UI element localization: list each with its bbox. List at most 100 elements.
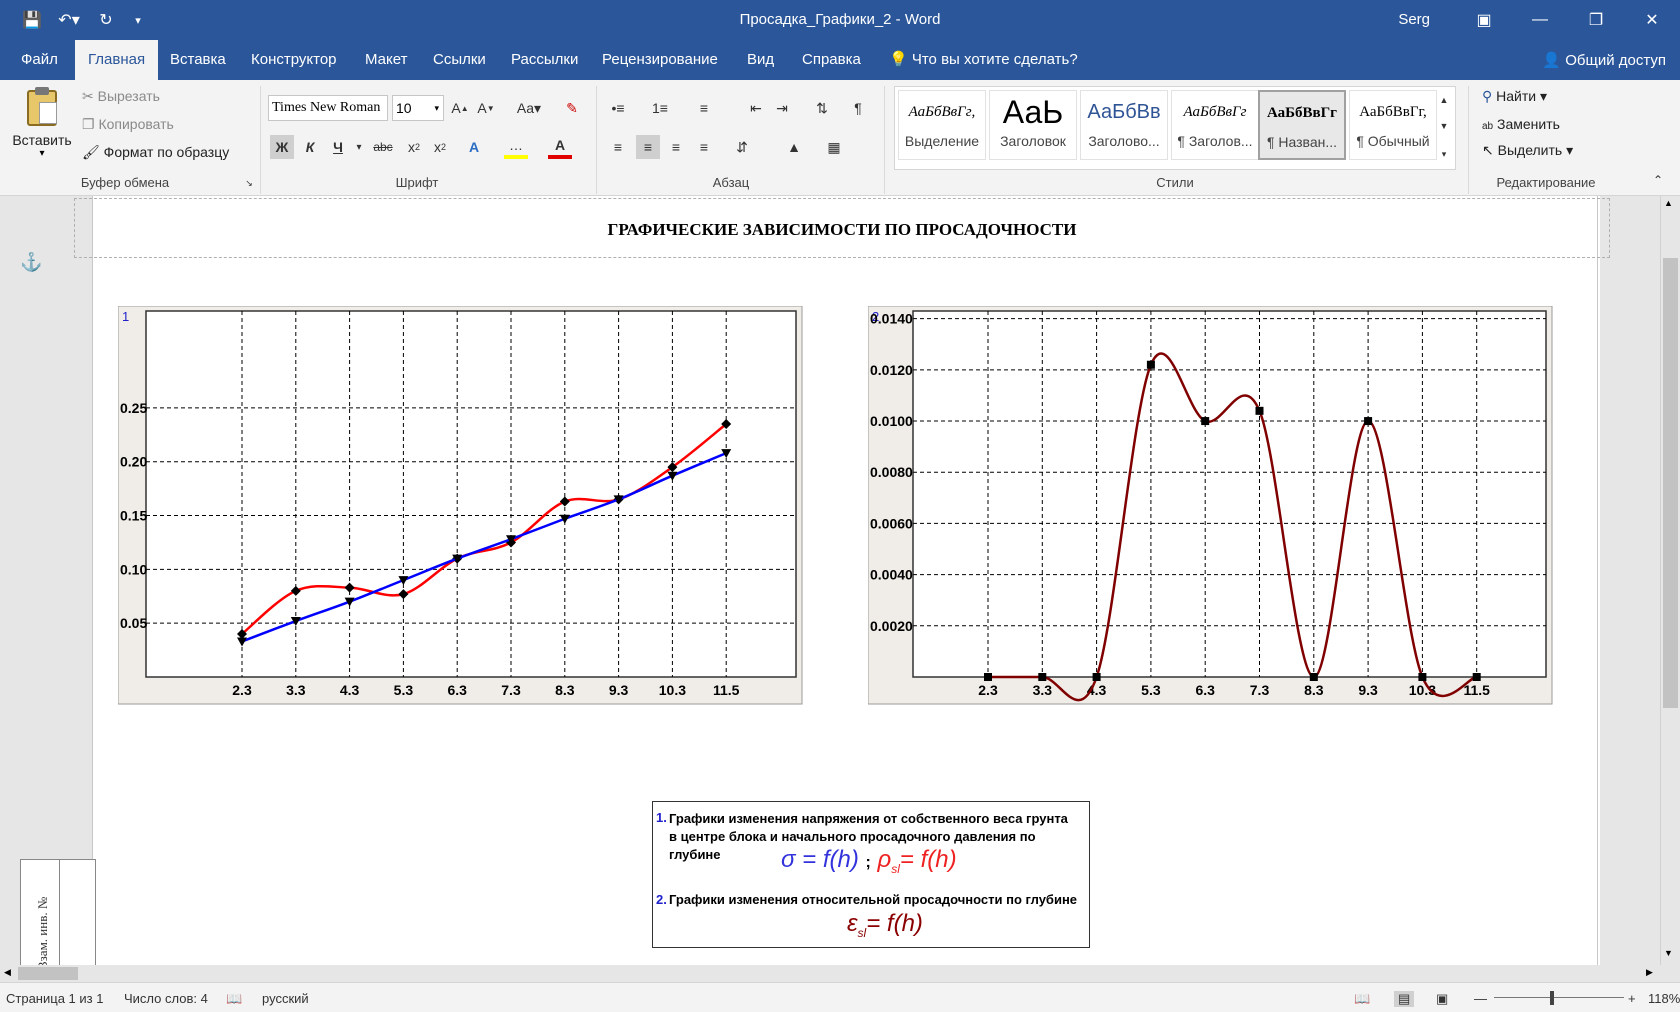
proofing-icon[interactable]: 📖 [226, 991, 242, 1007]
legend-item2-num: 2. [656, 892, 667, 907]
data-point [1201, 417, 1210, 426]
bullets-icon[interactable]: •≡ [606, 96, 630, 120]
decrease-indent-icon[interactable]: ⇤ [744, 96, 768, 120]
italic-button[interactable]: К [298, 135, 322, 159]
tab-insert[interactable]: Вставка [157, 40, 239, 80]
style-heading2[interactable]: АаБбВвГг ¶ Заголов... [1171, 90, 1259, 160]
borders-icon[interactable]: ▦ [822, 135, 846, 159]
style-normal[interactable]: АаБбВвГг, ¶ Обычный [1349, 90, 1437, 160]
font-name-combo[interactable]: Times New Roman [268, 95, 388, 121]
multilevel-list-icon[interactable]: ≡ [692, 96, 716, 120]
justify-icon[interactable]: ≡ [692, 135, 716, 159]
align-left-icon[interactable]: ≡ [606, 135, 630, 159]
shrink-font-icon[interactable]: A ▼ [474, 96, 498, 120]
style-title[interactable]: АаЬ Заголовок [989, 90, 1077, 160]
scroll-down-icon[interactable]: ▼ [1436, 114, 1452, 138]
shading-icon[interactable]: ▲ [782, 135, 806, 159]
web-layout-icon[interactable]: ▣ [1436, 991, 1448, 1007]
select-button[interactable]: ↖ Выделить ▾ [1482, 142, 1573, 159]
legend-item1-num: 1. [656, 810, 667, 825]
page-count[interactable]: Страница 1 из 1 [6, 991, 103, 1006]
subscript-icon[interactable]: x2 [402, 135, 426, 159]
print-layout-icon[interactable]: ▤ [1394, 991, 1415, 1007]
tab-file[interactable]: Файл [8, 40, 71, 80]
copy-button[interactable]: ❐ Копировать [82, 116, 174, 133]
cut-button[interactable]: ✂ Вырезать [82, 88, 160, 105]
status-bar: Страница 1 из 1 Число слов: 4 📖 русский … [0, 982, 1680, 1012]
dialog-launcher-icon[interactable]: ↘ [242, 176, 256, 190]
close-icon[interactable]: ✕ [1624, 0, 1680, 40]
text-effects-icon[interactable]: A [462, 135, 486, 159]
tab-mailings[interactable]: Рассылки [498, 40, 591, 80]
align-right-icon[interactable]: ≡ [664, 135, 688, 159]
zoom-out-icon[interactable]: — [1474, 991, 1487, 1006]
word-count[interactable]: Число слов: 4 [124, 991, 208, 1006]
data-point [1364, 417, 1373, 426]
scroll-up-icon[interactable]: ▲ [1436, 88, 1452, 112]
tab-design[interactable]: Конструктор [238, 40, 350, 80]
change-case-button[interactable]: Aa ▾ [512, 96, 546, 120]
more-styles-icon[interactable]: ▾ [1436, 142, 1452, 166]
bold-button[interactable]: Ж [270, 135, 294, 159]
line-spacing-icon[interactable]: ⇵ [730, 135, 754, 159]
horizontal-scroll-thumb[interactable] [18, 967, 78, 980]
anchor-icon[interactable]: ⚓ [20, 252, 42, 273]
restore-icon[interactable]: ❐ [1568, 0, 1624, 40]
underline-button[interactable]: Ч [326, 135, 350, 159]
epsilon-subscript: sl [857, 925, 867, 940]
scroll-up-icon[interactable]: ▲ [1664, 198, 1673, 208]
ribbon-display-icon[interactable]: ▣ [1456, 0, 1512, 40]
vertical-scrollbar[interactable]: ▲ ▼ [1660, 196, 1680, 965]
scroll-right-icon[interactable]: ▶ [1646, 967, 1653, 978]
rho-formula: = f(h) [899, 846, 957, 873]
tab-layout[interactable]: Макет [352, 40, 420, 80]
tab-help[interactable]: Справка [789, 40, 874, 80]
zoom-in-icon[interactable]: + [1628, 991, 1636, 1006]
tab-references[interactable]: Ссылки [420, 40, 499, 80]
share-button[interactable]: 👤 Общий доступ [1542, 51, 1666, 69]
chevron-down-icon[interactable]: ▾ [352, 135, 366, 159]
style-emphasis[interactable]: АаБбВвГг, Выделение [898, 90, 986, 160]
scroll-left-icon[interactable]: ◀ [4, 967, 11, 978]
sort-icon[interactable]: ⇅ [810, 96, 834, 120]
font-size-combo[interactable]: 10 ▾ [392, 95, 444, 121]
numbering-icon[interactable]: 1≡ [648, 96, 672, 120]
find-button[interactable]: ⚲ Найти ▾ [1482, 88, 1547, 105]
tell-me-search[interactable]: 💡 Что вы хотите сделать? [876, 40, 1091, 80]
horizontal-scrollbar[interactable]: ◀ ▶ [0, 965, 1660, 982]
tab-home[interactable]: Главная [75, 40, 159, 80]
highlight-icon[interactable]: … [504, 135, 528, 159]
format-painter-button[interactable]: 🖌 Формат по образцу [82, 144, 229, 161]
zoom-slider-thumb[interactable] [1550, 991, 1554, 1005]
styles-group-label: Стили [1156, 175, 1194, 190]
scroll-down-icon[interactable]: ▼ [1664, 948, 1673, 958]
zoom-level[interactable]: 118% [1648, 991, 1680, 1006]
language[interactable]: русский [262, 991, 309, 1006]
tab-view[interactable]: Вид [734, 40, 787, 80]
superscript-icon[interactable]: x2 [428, 135, 452, 159]
ribbon-tabs: Файл Главная Вставка Конструктор Макет С… [0, 40, 1680, 80]
replace-button[interactable]: ab Заменить [1482, 116, 1560, 132]
user-name[interactable]: Serg [1398, 11, 1430, 28]
align-center-icon[interactable]: ≡ [636, 135, 660, 159]
x-tick-label: 8.3 [555, 682, 575, 698]
data-point [1092, 673, 1101, 681]
vertical-scroll-thumb[interactable] [1663, 258, 1678, 708]
font-color-icon[interactable]: A [548, 135, 572, 159]
collapse-ribbon-icon[interactable]: ⌃ [1646, 168, 1670, 192]
grow-font-icon[interactable]: A ▲ [448, 96, 472, 120]
style-heading1[interactable]: АаБбВв Заголово... [1080, 90, 1168, 160]
tab-review[interactable]: Рецензирование [589, 40, 731, 80]
minimize-icon[interactable]: — [1512, 0, 1568, 40]
read-mode-icon[interactable]: 📖 [1354, 991, 1370, 1007]
style-caption[interactable]: АаБбВвГг ¶ Назван... [1258, 90, 1346, 160]
paste-button[interactable]: Вставить ▾ [10, 86, 74, 172]
cut-label: Вырезать [97, 88, 160, 104]
strikethrough-button[interactable]: abc [368, 135, 398, 159]
dialog-launcher-icon[interactable] [867, 176, 881, 190]
clear-formatting-icon[interactable]: ✎ [560, 96, 584, 120]
zoom-slider[interactable] [1494, 997, 1624, 998]
legend-item2-formula: εsl= f(h) [847, 910, 923, 940]
increase-indent-icon[interactable]: ⇥ [770, 96, 794, 120]
pilcrow-icon[interactable]: ¶ [846, 96, 870, 120]
